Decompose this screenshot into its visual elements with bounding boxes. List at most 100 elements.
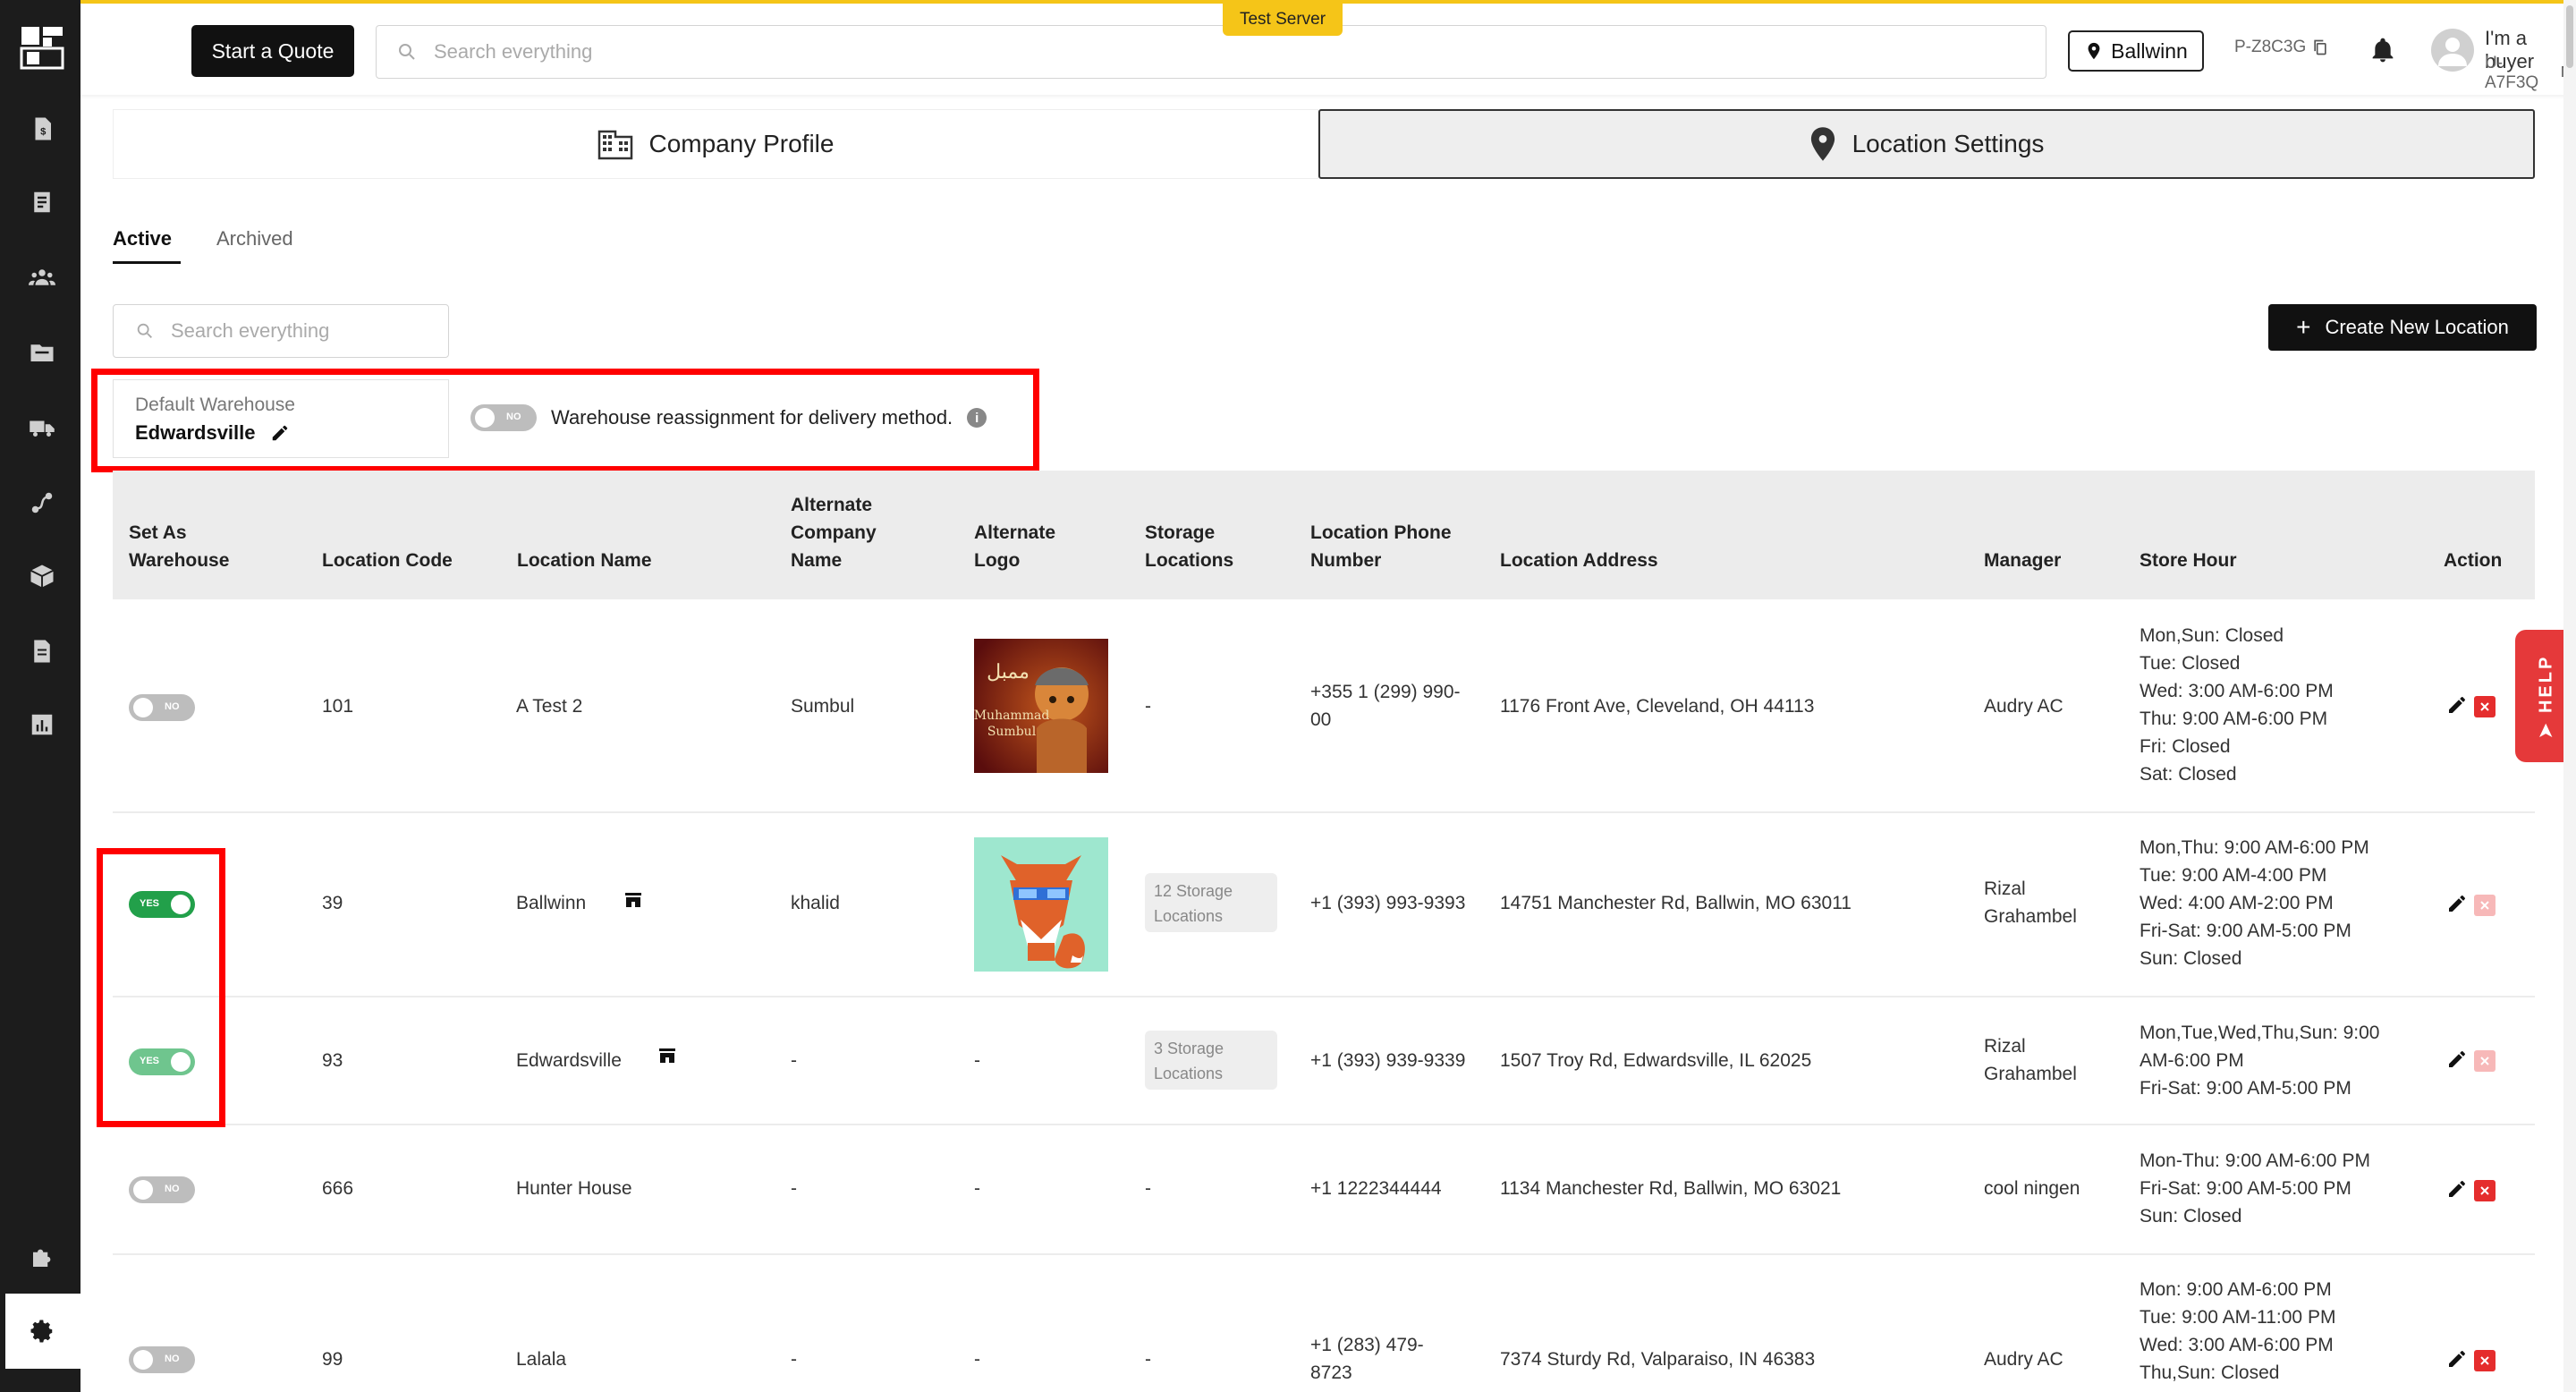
delete-icon [2474,1050,2496,1072]
tab-location-settings[interactable]: Location Settings [1318,109,2535,179]
location-name[interactable]: Ballwinn [516,889,586,917]
delete-icon [2474,895,2496,916]
location-name[interactable]: Hunter House [516,1175,632,1202]
store-icon [659,1048,675,1063]
sidebar-item-settings[interactable] [0,1294,80,1369]
subtab-archived[interactable]: Archived [216,227,293,250]
location-code: 39 [322,893,343,913]
alternate-logo: - [974,1050,980,1071]
th-alt-logo: Alternate Logo [974,522,1056,571]
store-icon [625,893,641,907]
u-code[interactable]: U-A7F3Q [2485,54,2576,93]
subtab-active-label: Active [113,227,173,250]
building-icon [597,130,632,160]
alternate-logo-image: ممبل Muhammad Sumbul [974,639,1108,773]
puzzle-icon[interactable] [26,1242,58,1274]
alt-company-name: - [791,1178,797,1199]
alt-company-name: khalid [791,893,840,913]
location-name[interactable]: Edwardsville [516,1047,622,1074]
location-search-input[interactable]: Search everything [113,304,449,358]
location-selector-label: Ballwinn [2111,38,2188,63]
row-divider [113,996,2535,997]
svg-text:Muhammad: Muhammad [974,709,1049,723]
delete-icon[interactable] [2474,1180,2496,1201]
pencil-icon[interactable] [2446,893,2468,914]
location-name[interactable]: Lalala [516,1345,566,1373]
store-hours: Mon: 9:00 AM-6:00 PM Tue: 9:00 AM-11:00 P… [2140,1279,2336,1383]
highlight-box-warehouse-toggles [97,848,225,1127]
scrollbar-thumb[interactable] [2566,5,2573,68]
svg-text:ممبل: ممبل [987,661,1030,683]
location-code: 666 [322,1178,354,1199]
tab-company-profile[interactable]: Company Profile [113,109,1318,179]
storage-locations: - [1145,1178,1151,1199]
row-divider [113,1253,2535,1255]
truck-icon[interactable] [26,412,58,444]
map-pin-icon [1810,127,1835,161]
delete-icon[interactable] [2474,696,2496,717]
storage-locations: - [1145,696,1151,717]
location-address: 1507 Troy Rd, Edwardsville, IL 62025 [1500,1050,1812,1071]
location-address: 1134 Manchester Rd, Ballwin, MO 63021 [1500,1178,1842,1199]
global-search-input[interactable]: Search everything [376,25,2046,79]
storage-locations: - [1145,1349,1151,1370]
u-code-text: U-A7F3Q [2485,54,2539,92]
p-code[interactable]: P-Z8C3G [2234,38,2329,57]
avatar[interactable] [2431,29,2474,72]
delete-icon[interactable] [2474,1350,2496,1371]
active-indicator [0,1294,5,1369]
th-set-as-warehouse: Set As Warehouse [129,522,230,571]
location-phone: +1 (283) 479- 8723 [1310,1335,1424,1383]
storage-locations-badge[interactable]: 3 Storage Locations [1145,1031,1277,1090]
route-icon[interactable] [26,487,58,519]
location-phone: +355 1 (299) 990- 00 [1310,682,1461,730]
chart-icon[interactable] [26,709,58,741]
th-store-hour: Store Hour [2140,550,2237,571]
box-icon[interactable] [26,560,58,592]
location-name[interactable]: A Test 2 [516,692,582,720]
storage-locations-badge[interactable]: 12 Storage Locations [1145,873,1277,932]
users-icon[interactable] [26,261,58,293]
row-divider [113,811,2535,813]
location-address: 14751 Manchester Rd, Ballwin, MO 63011 [1500,893,1852,913]
help-tab-label: ➤ HELP [2536,654,2556,738]
p-code-text: P-Z8C3G [2234,38,2307,56]
dollar-doc-icon[interactable]: $ [26,113,58,145]
subtab-active[interactable]: Active [113,227,181,264]
receipt-icon[interactable] [26,186,58,218]
th-location-name: Location Name [517,550,652,571]
warehouse-toggle[interactable]: NO [129,694,195,721]
document-icon[interactable] [26,635,58,667]
location-phone: +1 1222344444 [1310,1178,1442,1199]
pencil-icon[interactable] [2446,1348,2468,1370]
global-search-placeholder: Search everything [434,40,593,63]
alt-company-name: Sumbul [791,696,855,717]
th-manager: Manager [1984,550,2062,571]
create-location-button[interactable]: + Create New Location [2268,304,2537,351]
pencil-icon[interactable] [2446,1178,2468,1200]
location-phone: +1 (393) 993-9393 [1310,893,1466,913]
store-hours: Mon-Thu: 9:00 AM-6:00 PM Fri-Sat: 9:00 AM… [2140,1150,2370,1226]
location-address: 1176 Front Ave, Cleveland, OH 44113 [1500,696,1815,717]
app-logo[interactable] [20,25,64,70]
pencil-icon[interactable] [2446,694,2468,716]
location-code: 101 [322,696,354,717]
page-scrollbar[interactable] [2563,0,2576,1392]
th-storage: Storage Locations [1145,522,1234,571]
svg-text:$: $ [40,126,47,137]
th-address: Location Address [1500,550,1658,571]
pencil-icon[interactable] [2446,1048,2468,1070]
map-pin-icon [2088,42,2100,60]
tab-company-profile-label: Company Profile [648,130,835,157]
alternate-logo: - [974,1178,980,1199]
copy-icon[interactable] [2311,38,2329,56]
store-hours: Mon,Thu: 9:00 AM-6:00 PM Tue: 9:00 AM-4:0… [2140,837,2369,969]
warehouse-toggle[interactable]: NO [129,1176,195,1203]
row-divider [113,1124,2535,1125]
warehouse-toggle[interactable]: NO [129,1346,195,1373]
alternate-logo-image [974,837,1108,972]
start-quote-button[interactable]: Start a Quote [191,25,354,77]
bell-icon[interactable] [2368,36,2397,64]
location-selector-button[interactable]: Ballwinn [2068,30,2204,72]
folder-icon[interactable] [26,336,58,369]
